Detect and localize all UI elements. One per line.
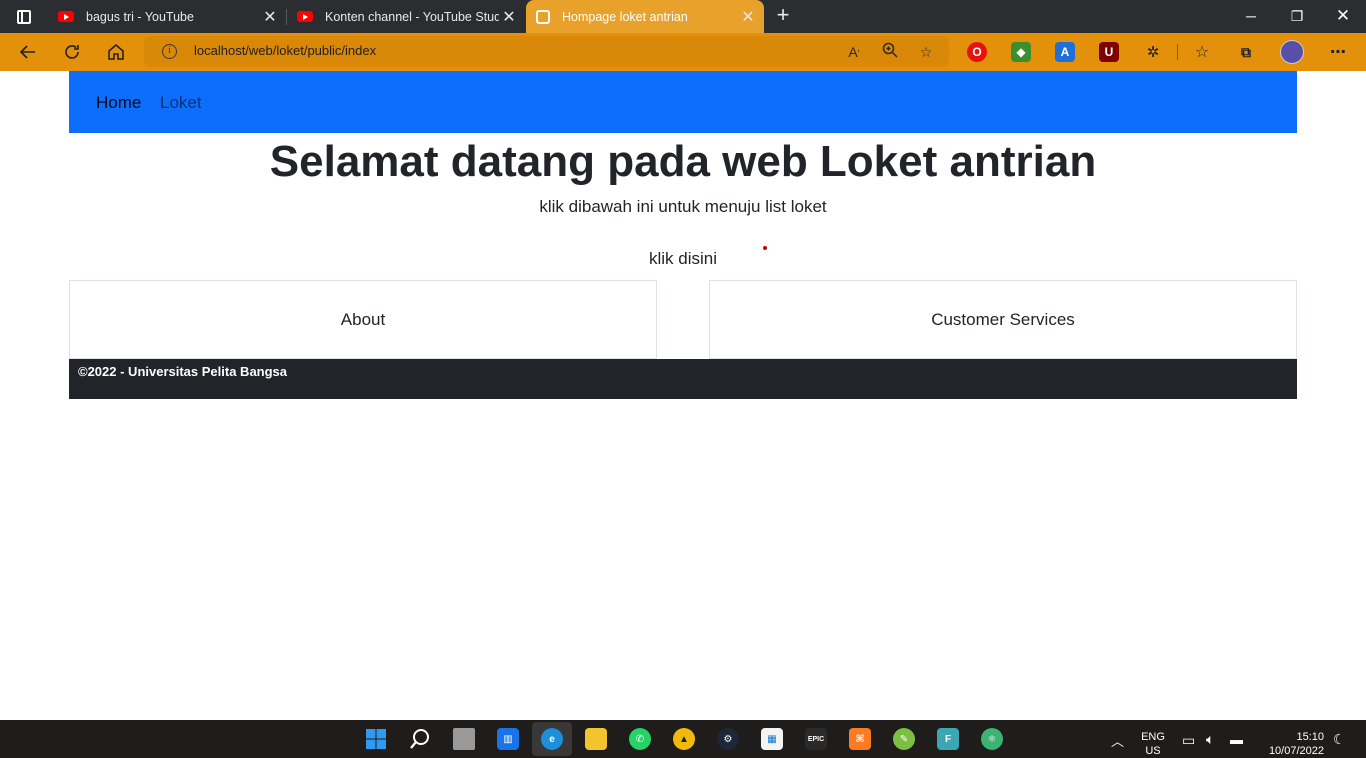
toolbar-separator [1177, 44, 1178, 60]
language-indicator[interactable]: ENG US [1140, 730, 1166, 758]
mouse-cursor-dot [763, 246, 767, 250]
site-info-icon[interactable]: i [162, 44, 177, 59]
tab-title: bagus tri - YouTube [86, 9, 194, 24]
chevron-up-icon[interactable]: ︿ [1111, 731, 1124, 750]
close-icon[interactable]: ✕ [260, 7, 280, 27]
close-icon[interactable]: ✕ [499, 7, 519, 27]
site-navbar: Home Loket [69, 71, 1297, 133]
list-loket-link[interactable]: klik disini [0, 249, 1366, 269]
page-subtitle: klik dibawah ini untuk menuju list loket [539, 197, 827, 216]
close-icon[interactable]: ✕ [738, 7, 758, 27]
store-icon: ▦ [761, 728, 783, 750]
page-title: Selamat datang pada web Loket antrian [269, 137, 1097, 186]
folder-icon [585, 728, 607, 750]
app-f-button[interactable]: F [934, 725, 962, 753]
home-button[interactable] [98, 33, 134, 71]
about-card[interactable]: About [69, 280, 657, 359]
xampp-icon: ⌘ [849, 728, 871, 750]
address-bar[interactable]: i localhost/web/loket/public/index Aʼ ☆ [144, 36, 949, 67]
profile-avatar[interactable] [1280, 40, 1304, 64]
back-button[interactable] [10, 33, 46, 71]
notification-icon[interactable]: ☾ [1333, 731, 1346, 748]
start-button[interactable] [362, 725, 390, 753]
atom-icon: ⚛ [981, 728, 1003, 750]
read-aloud-icon[interactable]: Aʼ [844, 42, 864, 62]
f-app-icon: F [937, 728, 959, 750]
steam-button[interactable]: ⚙ [714, 725, 742, 753]
new-tab-button[interactable]: + [772, 4, 794, 28]
epic-games-button[interactable]: EPIC [802, 725, 830, 753]
edge-icon: e [541, 728, 563, 750]
whatsapp-button[interactable]: ✆ [626, 725, 654, 753]
widgets-icon: ▥ [497, 728, 519, 750]
taskbar: ▥ e ✆ ▲ ⚙ ▦ EPIC ⌘ ✎ F ⚛ ︿ ENG US ▭ 🔈︎ ▬… [0, 720, 1366, 758]
address-url: localhost/web/loket/public/index [194, 43, 377, 58]
tab-loket-antrian[interactable]: Hompage loket antrian ✕ [526, 0, 764, 33]
tab-title: Hompage loket antrian [562, 9, 688, 24]
back-arrow-icon [19, 45, 35, 59]
favorites-icon[interactable]: ☆ [1192, 42, 1212, 62]
file-explorer-button[interactable] [582, 725, 610, 753]
store-button[interactable]: ▦ [758, 725, 786, 753]
task-view-button[interactable] [450, 725, 478, 753]
android-studio-icon: ✎ [893, 728, 915, 750]
tab-actions-button[interactable] [8, 6, 40, 28]
youtube-icon [58, 11, 74, 22]
refresh-icon [65, 45, 79, 59]
network-icon[interactable]: ▭ [1182, 732, 1195, 749]
triangle-app-icon: ▲ [673, 728, 695, 750]
customer-services-card-label: Customer Services [931, 309, 1075, 329]
refresh-button[interactable] [54, 33, 90, 71]
minimize-button[interactable]: ─ [1228, 0, 1274, 33]
add-favorite-icon[interactable]: ☆ [916, 42, 936, 62]
more-menu-icon[interactable]: ⋯ [1328, 42, 1348, 62]
collections-icon[interactable]: ⧉ [1236, 42, 1256, 62]
epic-games-icon: EPIC [805, 728, 827, 750]
extension-green-icon[interactable]: ◆ [1011, 42, 1031, 62]
region-code: US [1145, 745, 1161, 757]
android-studio-button[interactable]: ✎ [890, 725, 918, 753]
extensions-puzzle-icon[interactable]: ✲ [1143, 42, 1163, 62]
nav-loket-link[interactable]: Loket [160, 93, 202, 113]
xampp-icon [536, 9, 550, 24]
clock-time: 15:10 [1296, 731, 1324, 743]
tab-title: Konten channel - YouTube Studio [325, 9, 499, 24]
translate-icon[interactable]: A [1055, 42, 1075, 62]
volume-icon[interactable]: 🔈︎ [1206, 731, 1214, 748]
ublock-icon[interactable]: U [1099, 42, 1119, 62]
about-card-label: About [340, 309, 386, 329]
home-icon [108, 44, 124, 60]
site-footer: ©2022 - Universitas Pelita Bangsa [69, 359, 1297, 399]
edge-app-button[interactable]: e [538, 725, 566, 753]
battery-icon[interactable]: ▬ [1230, 732, 1243, 747]
customer-services-card[interactable]: Customer Services [709, 280, 1297, 359]
windows-icon [366, 729, 386, 749]
tab-actions-icon [17, 10, 31, 24]
app-triangle-button[interactable]: ▲ [670, 725, 698, 753]
opera-extension-icon[interactable]: O [967, 42, 987, 62]
close-window-button[interactable]: ✕ [1320, 0, 1366, 33]
search-button[interactable] [406, 725, 434, 753]
xampp-button[interactable]: ⌘ [846, 725, 874, 753]
nav-home-link[interactable]: Home [96, 93, 141, 113]
task-view-icon [453, 728, 475, 750]
clock-date: 10/07/2022 [1268, 745, 1324, 757]
tab-strip: bagus tri - YouTube ✕ Konten channel - Y… [0, 0, 1366, 33]
footer-copyright: ©2022 - Universitas Pelita Bangsa [78, 364, 288, 379]
zoom-icon[interactable] [880, 42, 900, 62]
widgets-button[interactable]: ▥ [494, 725, 522, 753]
youtube-icon [297, 11, 313, 22]
clock[interactable]: 15:10 10/07/2022 [1258, 730, 1324, 758]
tab-youtube[interactable]: bagus tri - YouTube ✕ [48, 0, 286, 33]
language-code: ENG [1141, 731, 1165, 743]
whatsapp-icon: ✆ [629, 728, 651, 750]
restore-button[interactable]: ❐ [1274, 0, 1320, 33]
browser-toolbar: i localhost/web/loket/public/index Aʼ ☆ … [0, 33, 1366, 71]
search-icon [410, 729, 429, 749]
tab-youtube-studio[interactable]: Konten channel - YouTube Studio ✕ [287, 0, 525, 33]
steam-icon: ⚙ [717, 728, 739, 750]
atom-button[interactable]: ⚛ [978, 725, 1006, 753]
